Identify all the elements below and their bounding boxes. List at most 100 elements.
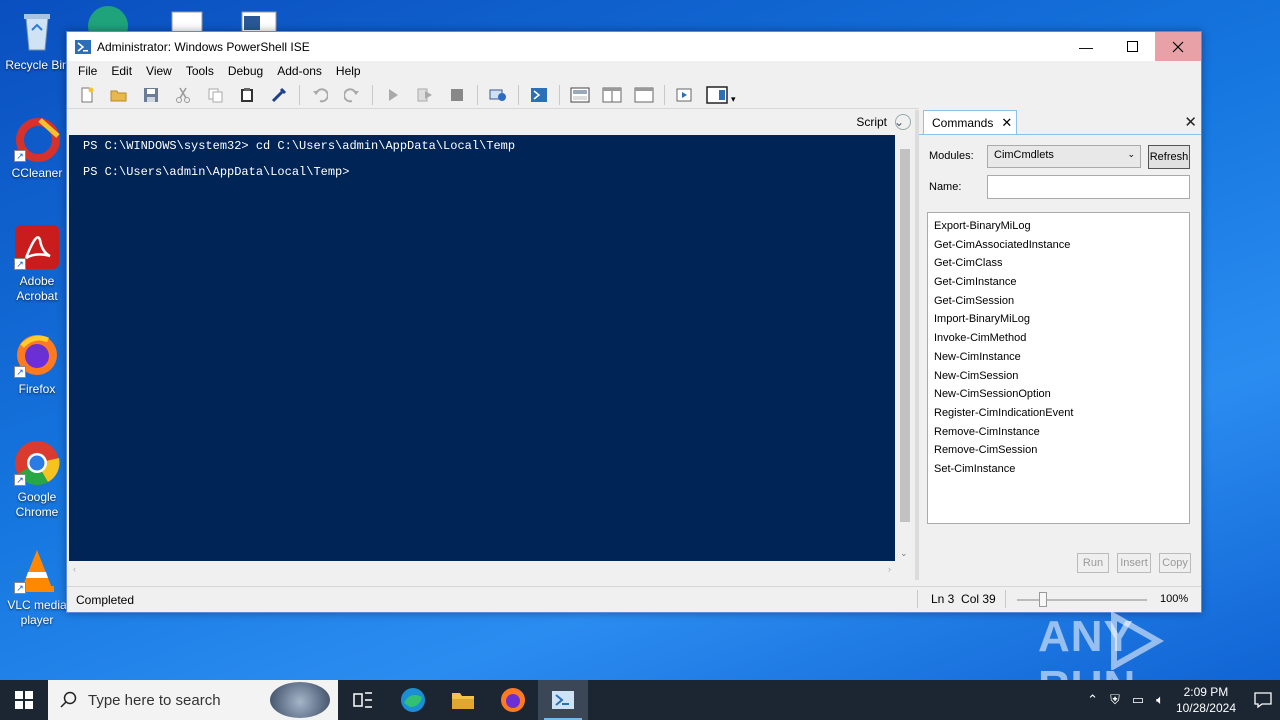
save-button[interactable]: [139, 84, 163, 106]
desktop-icon-recycle-bin[interactable]: Recycle Bin: [0, 8, 74, 73]
start-button[interactable]: [0, 680, 48, 720]
desktop-icon-google-chrome[interactable]: ↗ Google Chrome: [0, 440, 74, 520]
notifications-button[interactable]: [1246, 692, 1280, 708]
system-tray: ⌃ ⛨ ▭ 🔈︎ 2:09 PM 10/28/2024: [1081, 680, 1280, 720]
layout-top-button[interactable]: [568, 84, 592, 106]
copy-button[interactable]: [203, 84, 227, 106]
run-script-button[interactable]: [381, 84, 405, 106]
copy-command-button[interactable]: Copy: [1159, 553, 1191, 573]
command-item[interactable]: Get-CimSession: [928, 292, 1189, 311]
zoom-slider[interactable]: [1017, 599, 1147, 601]
tab-commands[interactable]: Commands ✕: [923, 110, 1017, 134]
zoom-slider-thumb[interactable]: [1039, 592, 1047, 607]
close-commands-pane-icon[interactable]: ✕: [1184, 113, 1197, 131]
undo-button[interactable]: [308, 84, 332, 106]
name-label: Name:: [929, 181, 962, 193]
ccleaner-icon: ↗: [14, 116, 60, 162]
refresh-button[interactable]: Refresh: [1148, 145, 1190, 169]
taskbar-edge[interactable]: [388, 680, 438, 720]
chevron-down-icon: ⌄: [1127, 149, 1135, 159]
console-output[interactable]: PS C:\WINDOWS\system32> cd C:\Users\admi…: [69, 135, 895, 561]
maximize-button[interactable]: [1109, 32, 1155, 61]
menu-edit[interactable]: Edit: [104, 64, 139, 78]
new-script-button[interactable]: [75, 84, 99, 106]
clock[interactable]: 2:09 PM 10/28/2024: [1176, 684, 1236, 716]
desktop-icon-label: Google Chrome: [15, 490, 59, 519]
scrollbar-thumb[interactable]: [900, 149, 910, 522]
desktop-edge-icon-partial[interactable]: [88, 4, 128, 46]
menu-tools[interactable]: Tools: [179, 64, 221, 78]
show-script-pane-button[interactable]: [673, 84, 697, 106]
desktop-icon-firefox[interactable]: ↗ Firefox: [0, 332, 74, 397]
status-separator: [1005, 590, 1006, 608]
close-tab-icon[interactable]: ✕: [1001, 115, 1012, 131]
scroll-down-icon[interactable]: ⌄: [900, 548, 908, 559]
console-vertical-scrollbar[interactable]: ⌄: [897, 135, 913, 561]
menu-file[interactable]: File: [71, 64, 104, 78]
run-button[interactable]: Run: [1077, 553, 1109, 573]
title-bar[interactable]: Administrator: Windows PowerShell ISE —: [67, 32, 1201, 61]
command-item[interactable]: Remove-CimSession: [928, 441, 1189, 460]
console-horizontal-scrollbar[interactable]: ‹ ›: [69, 563, 895, 577]
redo-button[interactable]: [340, 84, 364, 106]
command-item[interactable]: Import-BinaryMiLog: [928, 310, 1189, 329]
desktop-icon-adobe-acrobat[interactable]: ↗ Adobe Acrobat: [0, 224, 74, 304]
desktop-icon-ccleaner[interactable]: ↗ CCleaner: [0, 116, 74, 181]
volume-icon[interactable]: 🔈︎: [1156, 692, 1164, 708]
command-item[interactable]: Register-CimIndicationEvent: [928, 404, 1189, 423]
shortcut-arrow-icon: ↗: [14, 258, 26, 270]
paste-button[interactable]: [235, 84, 259, 106]
command-item[interactable]: Remove-CimInstance: [928, 423, 1189, 442]
menu-add-ons[interactable]: Add-ons: [270, 64, 329, 78]
clear-console-button[interactable]: [267, 84, 291, 106]
cut-icon: [176, 87, 190, 103]
chevron-down-icon: ⌄: [893, 115, 905, 129]
command-item[interactable]: Get-CimClass: [928, 254, 1189, 273]
chevron-up-icon[interactable]: ⌃: [1087, 692, 1098, 708]
modules-dropdown[interactable]: CimCmdlets ⌄: [987, 145, 1141, 168]
toolbar-separator: [559, 84, 560, 105]
task-view-button[interactable]: [338, 680, 388, 720]
name-filter-input[interactable]: [987, 175, 1190, 199]
command-item[interactable]: New-CimSessionOption: [928, 385, 1189, 404]
close-button[interactable]: [1155, 32, 1201, 61]
open-button[interactable]: [107, 84, 131, 106]
scroll-left-icon[interactable]: ‹: [73, 564, 76, 574]
desktop-word-icon-partial[interactable]: [240, 4, 280, 35]
taskbar-firefox[interactable]: [488, 680, 538, 720]
clock-date: 10/28/2024: [1175, 701, 1236, 715]
clear-console-icon: [271, 87, 287, 102]
command-item[interactable]: Get-CimAssociatedInstance: [928, 236, 1189, 255]
desktop-icon-vlc[interactable]: ↗ VLC media player: [0, 548, 74, 628]
layout-right-button[interactable]: [600, 84, 624, 106]
command-item[interactable]: Set-CimInstance: [928, 460, 1189, 479]
script-label[interactable]: Script: [856, 115, 887, 129]
run-selection-button[interactable]: [413, 84, 437, 106]
taskbar-powershell-ise[interactable]: [538, 680, 588, 720]
expand-script-button[interactable]: ⌄: [893, 114, 911, 130]
taskbar-file-explorer[interactable]: [438, 680, 488, 720]
start-powershell-button[interactable]: [527, 84, 551, 106]
desktop-document-icon-partial[interactable]: [170, 4, 210, 35]
menu-debug[interactable]: Debug: [221, 64, 270, 78]
minimize-button[interactable]: —: [1063, 32, 1109, 61]
watermark-play-icon: [1111, 612, 1164, 670]
command-item[interactable]: New-CimInstance: [928, 348, 1189, 367]
command-item[interactable]: Invoke-CimMethod: [928, 329, 1189, 348]
command-item[interactable]: Export-BinaryMiLog: [928, 217, 1189, 236]
layout-maximized-button[interactable]: [632, 84, 656, 106]
network-icon[interactable]: ▭: [1132, 692, 1144, 708]
command-item[interactable]: New-CimSession: [928, 367, 1189, 386]
taskbar-search-box[interactable]: Type here to search: [48, 680, 338, 720]
toolbar-overflow-icon[interactable]: ▾: [731, 94, 736, 105]
new-remote-tab-button[interactable]: [486, 84, 510, 106]
stop-button[interactable]: [445, 84, 469, 106]
scroll-right-icon[interactable]: ›: [888, 564, 891, 574]
defender-icon[interactable]: ⛨: [1110, 692, 1120, 708]
cut-button[interactable]: [171, 84, 195, 106]
menu-help[interactable]: Help: [329, 64, 368, 78]
insert-button[interactable]: Insert: [1117, 553, 1151, 573]
show-commands-button[interactable]: [705, 84, 729, 106]
menu-view[interactable]: View: [139, 64, 179, 78]
command-item[interactable]: Get-CimInstance: [928, 273, 1189, 292]
